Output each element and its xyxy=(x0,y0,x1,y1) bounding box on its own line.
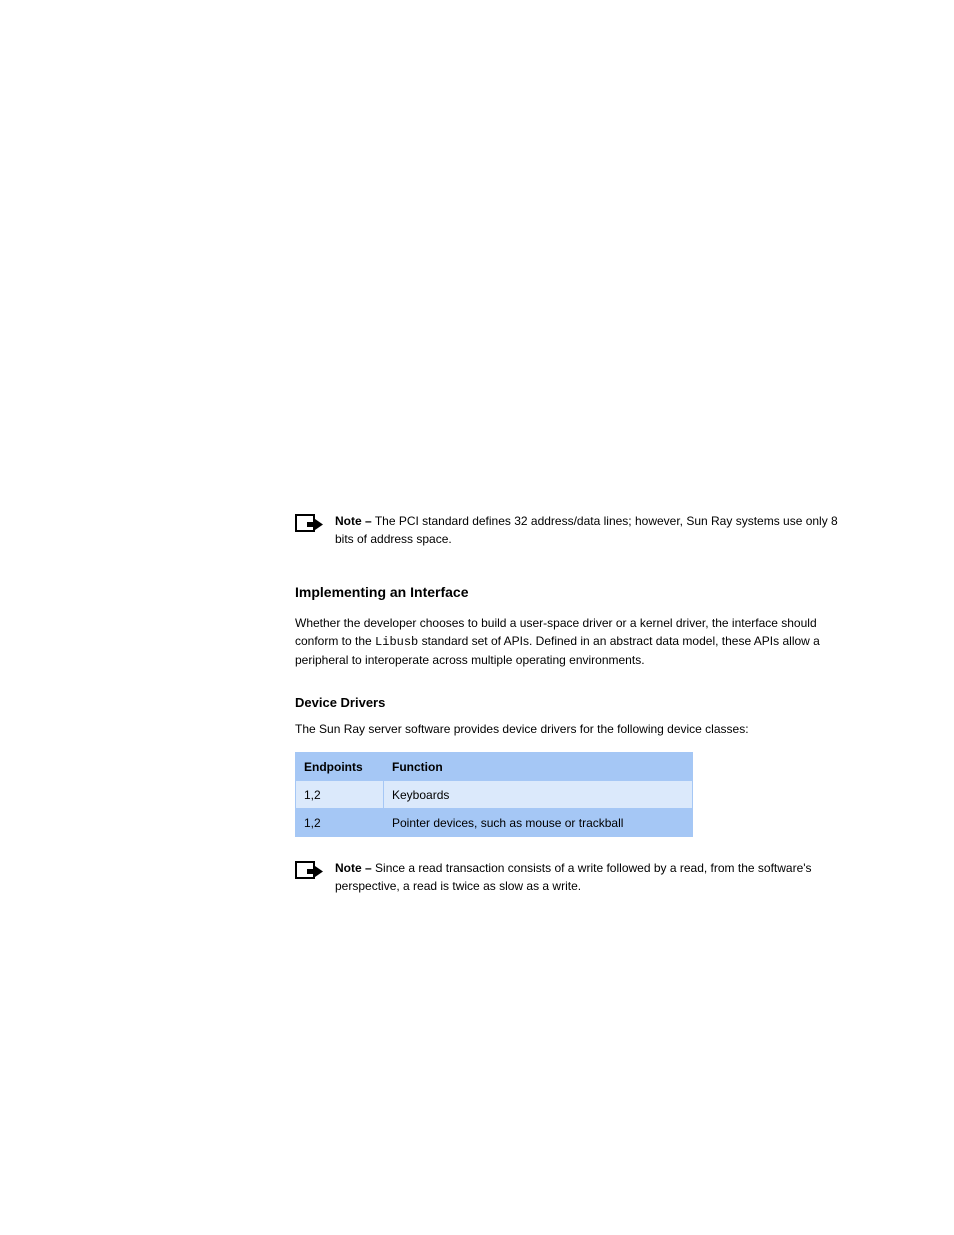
table-cell: 1,2 xyxy=(296,809,384,837)
device-driver-table: Endpoints Function 1,2 Keyboards 1,2 Poi… xyxy=(295,752,693,837)
page-content: Note – The PCI standard defines 32 addre… xyxy=(295,0,855,919)
note-block-1: Note – The PCI standard defines 32 addre… xyxy=(295,512,855,548)
section-paragraph: Whether the developer chooses to build a… xyxy=(295,614,855,669)
sub-paragraph: The Sun Ray server software provides dev… xyxy=(295,720,855,738)
note-label: Note – xyxy=(335,514,372,528)
table-header-function: Function xyxy=(384,753,693,781)
p1-code: Libusb xyxy=(375,635,418,649)
table-cell: 1,2 xyxy=(296,781,384,809)
table-cell: Pointer devices, such as mouse or trackb… xyxy=(384,809,693,837)
table-header-endpoints: Endpoints xyxy=(296,753,384,781)
note-label: Note – xyxy=(335,861,372,875)
table-cell: Keyboards xyxy=(384,781,693,809)
note-body: Since a read transaction consists of a w… xyxy=(335,861,812,893)
table-header-row: Endpoints Function xyxy=(296,753,693,781)
section-heading: Implementing an Interface xyxy=(295,584,855,600)
sub-heading: Device Drivers xyxy=(295,695,855,710)
note-icon xyxy=(295,514,323,536)
note-text-1: Note – The PCI standard defines 32 addre… xyxy=(335,512,855,548)
note-icon xyxy=(295,861,323,883)
note-body: The PCI standard defines 32 address/data… xyxy=(335,514,838,546)
note-block-2: Note – Since a read transaction consists… xyxy=(295,859,855,895)
note-text-2: Note – Since a read transaction consists… xyxy=(335,859,855,895)
table-row: 1,2 Keyboards xyxy=(296,781,693,809)
table-row: 1,2 Pointer devices, such as mouse or tr… xyxy=(296,809,693,837)
